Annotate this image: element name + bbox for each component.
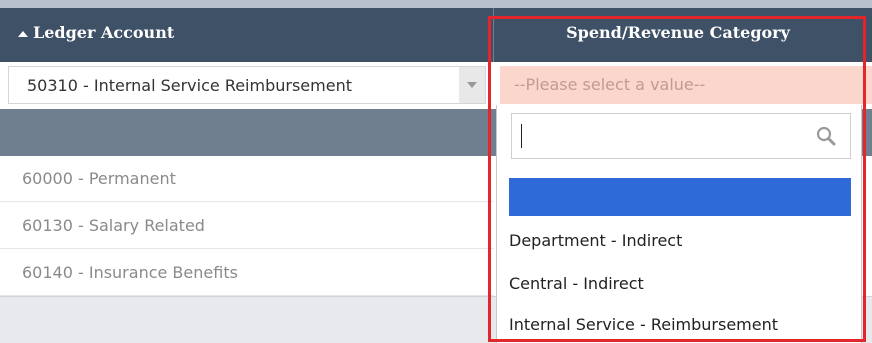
list-item[interactable]: 60130 - Salary Related <box>0 203 494 249</box>
text-caret <box>521 124 522 148</box>
dropdown-option-blank[interactable] <box>509 178 851 216</box>
dropdown-option[interactable]: Department - Indirect <box>509 221 851 261</box>
ledger-dropdown-button[interactable] <box>459 67 485 103</box>
ledger-account-header[interactable]: Ledger Account <box>33 8 174 62</box>
dropdown-search-input[interactable] <box>511 113 851 159</box>
list-item[interactable]: 60140 - Insurance Benefits <box>0 250 494 296</box>
ledger-option-label: 60000 - Permanent <box>22 169 176 188</box>
top-strip <box>0 0 872 8</box>
spend-category-select[interactable]: --Please select a value-- <box>500 66 872 104</box>
ledger-account-select[interactable]: 50310 - Internal Service Reimbursement <box>8 66 486 104</box>
ledger-option-label: 60140 - Insurance Benefits <box>22 263 238 282</box>
spend-category-placeholder: --Please select a value-- <box>514 75 706 94</box>
chevron-down-icon <box>467 82 477 88</box>
list-item[interactable]: 60000 - Permanent <box>0 156 494 202</box>
sort-up-icon[interactable] <box>18 31 28 37</box>
spend-category-dropdown: Department - Indirect Central - Indirect… <box>496 105 862 343</box>
dropdown-option[interactable]: Central - Indirect <box>509 264 851 304</box>
dropdown-option[interactable]: Internal Service - Reimbursement <box>509 305 851 343</box>
ledger-account-value: 50310 - Internal Service Reimbursement <box>27 76 352 95</box>
grid-frame: Ledger Account Spend/Revenue Category 50… <box>0 0 872 343</box>
table-row: 50310 - Internal Service Reimbursement -… <box>0 62 872 109</box>
ledger-option-label: 60130 - Salary Related <box>22 216 205 235</box>
search-icon[interactable] <box>816 126 836 146</box>
spend-revenue-category-header[interactable]: Spend/Revenue Category <box>493 8 863 62</box>
grid-header: Ledger Account Spend/Revenue Category <box>0 8 872 62</box>
